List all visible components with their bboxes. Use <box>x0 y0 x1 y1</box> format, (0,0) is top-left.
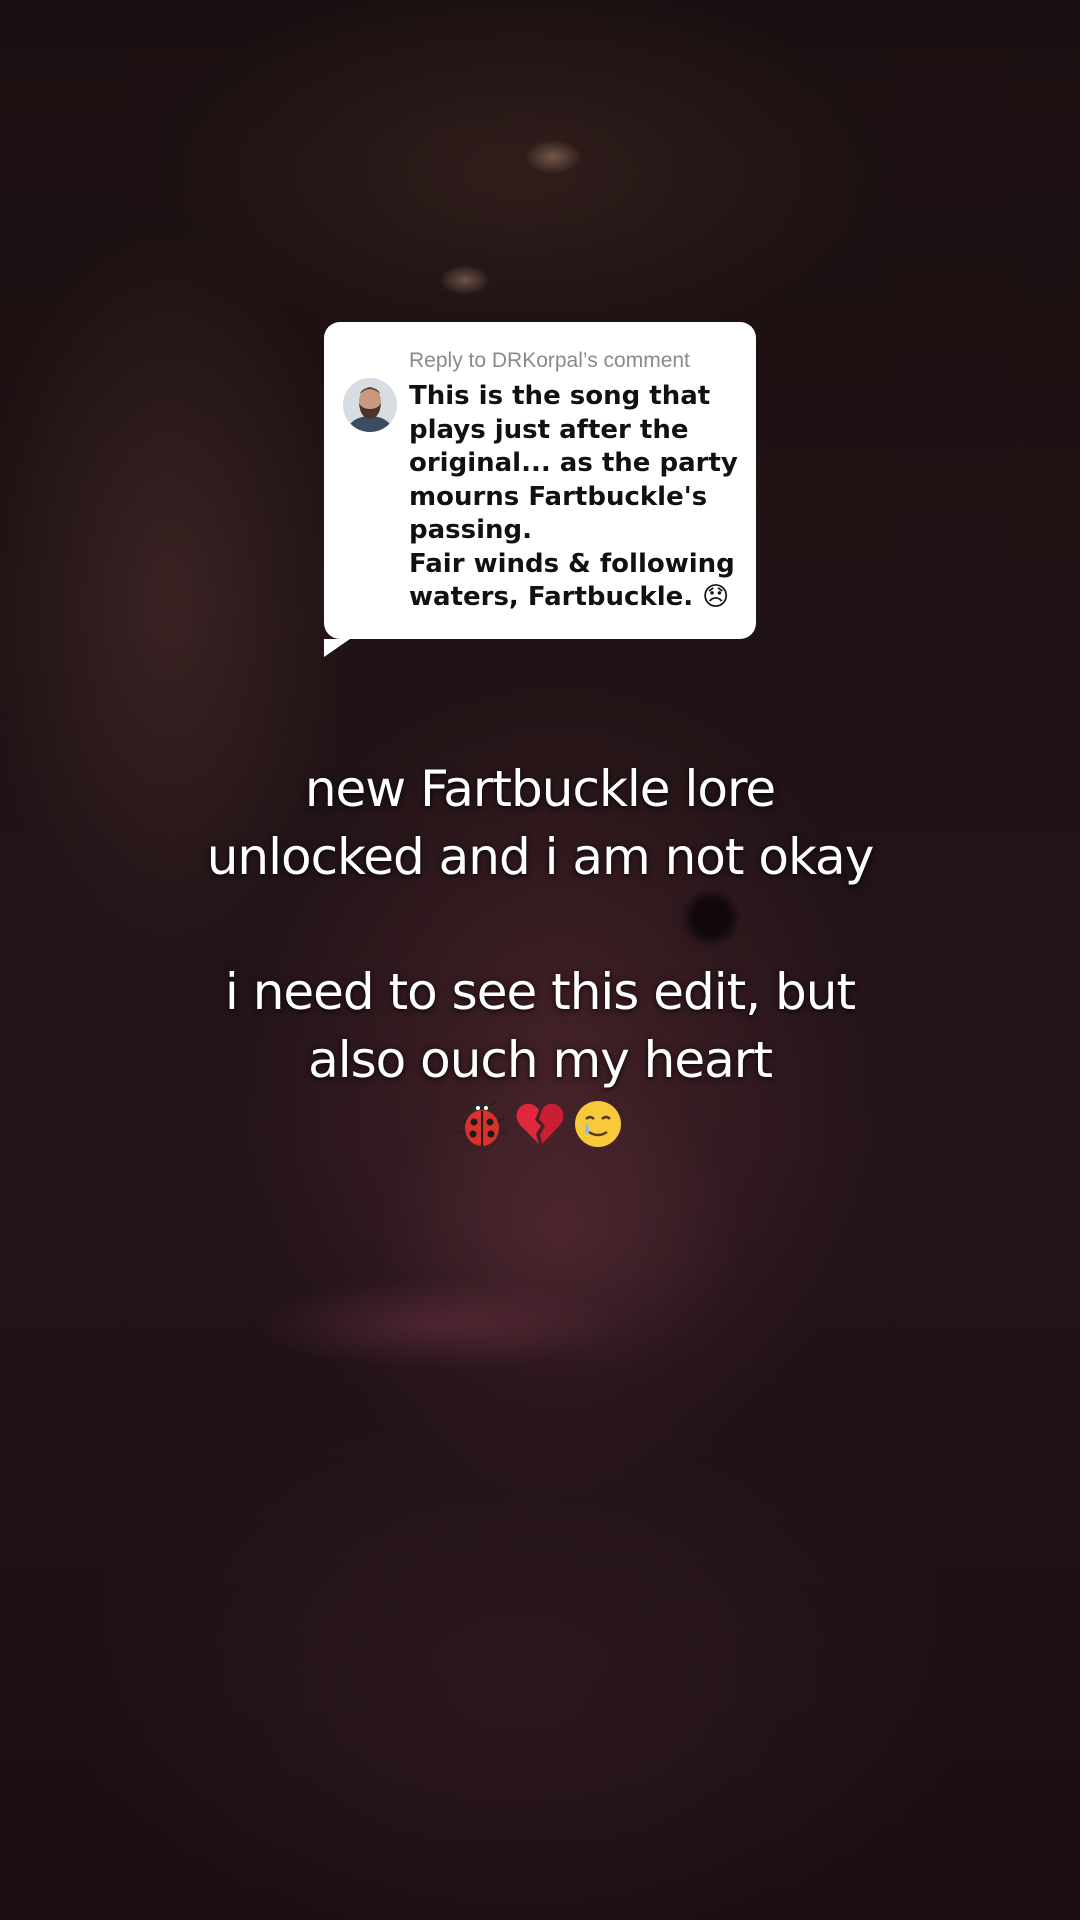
reply-comment-line: mourns Fartbuckle's <box>409 481 708 512</box>
avatar-photo <box>343 378 397 432</box>
reply-comment-card[interactable]: Reply to DRKorpal’s comment This is the … <box>324 322 756 657</box>
background-photo-eye <box>668 884 754 954</box>
reply-comment-line: original... as the party <box>409 448 738 478</box>
broken-heart-icon <box>516 1103 564 1144</box>
caption-line: also ouch my heart <box>308 1031 773 1089</box>
reply-comment-text: This is the song that plays just after t… <box>409 380 749 615</box>
caption-line: new Fartbuckle lore <box>304 760 776 818</box>
background-photo-fingernail <box>525 140 581 174</box>
reply-comment-line: This is the song that <box>409 381 711 411</box>
smiling-face-with-tear-icon <box>575 1101 621 1147</box>
ladybug-icon <box>457 1100 507 1146</box>
reply-comment-line: waters, Fartbuckle. 😞 <box>409 582 730 612</box>
reply-header: Reply to DRKorpal’s comment <box>409 349 690 372</box>
reply-comment-line: Fair winds & following <box>409 548 735 579</box>
caption-line: i need to see this edit, but <box>224 963 856 1021</box>
reply-comment-line: plays just after the <box>409 414 689 445</box>
background-photo-fingernail <box>440 265 490 295</box>
reply-comment-line: passing. <box>409 515 533 545</box>
caption-text-top: new Fartbuckle lore unlocked and i am no… <box>0 755 1080 891</box>
avatar[interactable] <box>343 378 397 432</box>
caption-line: unlocked and i am not okay <box>206 828 875 886</box>
video-frame[interactable]: Reply to DRKorpal’s comment This is the … <box>0 0 1080 1920</box>
background-photo-lips <box>258 1280 618 1368</box>
caption-emoji-row <box>0 1098 1080 1158</box>
caption-text-bottom: i need to see this edit, but also ouch m… <box>0 958 1080 1094</box>
reply-card-tail <box>324 639 350 657</box>
